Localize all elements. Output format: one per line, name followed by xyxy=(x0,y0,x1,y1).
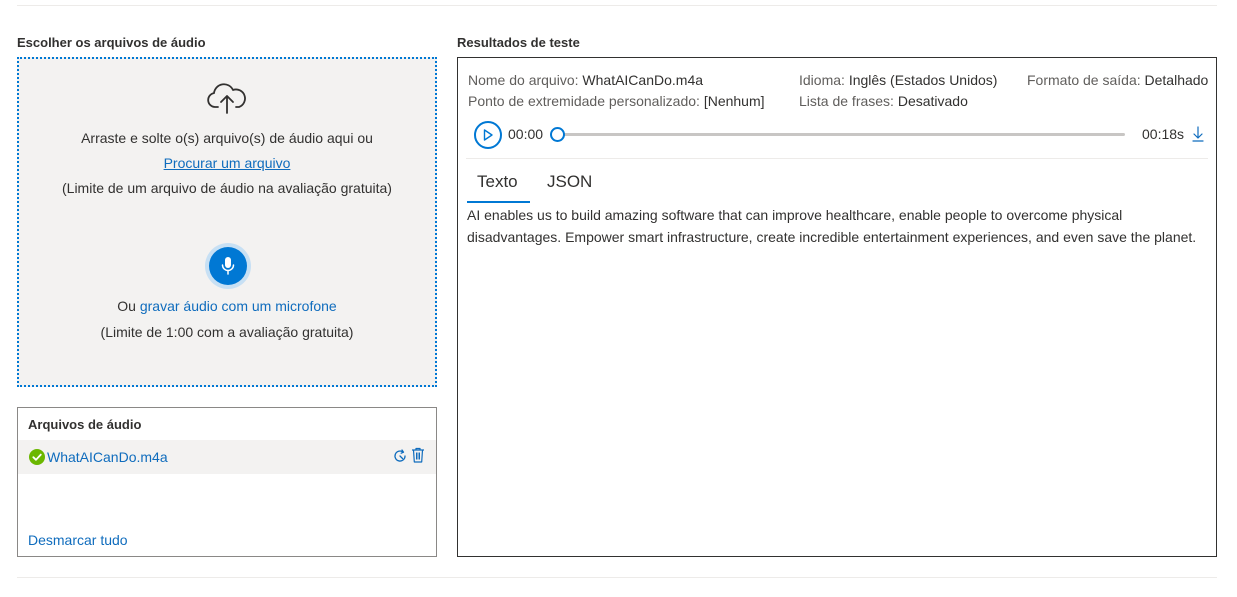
top-divider xyxy=(17,5,1217,6)
results-divider xyxy=(466,158,1208,159)
audio-file-row[interactable]: WhatAICanDo.m4a xyxy=(18,440,436,474)
audio-seek-thumb[interactable] xyxy=(550,127,565,142)
file-name-label: Nome do arquivo: xyxy=(468,72,579,88)
tab-json[interactable]: JSON xyxy=(547,172,592,192)
active-tab-indicator xyxy=(467,201,530,203)
endpoint-label: Ponto de extremidade personalizado: xyxy=(468,93,700,109)
output-format-label: Formato de saída: xyxy=(1027,72,1141,88)
choose-audio-title: Escolher os arquivos de áudio xyxy=(17,35,206,50)
phrase-list-meta: Lista de frases: Desativado xyxy=(799,93,968,109)
download-icon[interactable] xyxy=(1192,126,1204,142)
phrase-list-label: Lista de frases: xyxy=(799,93,894,109)
audio-dropzone[interactable]: Arraste e solte o(s) arquivo(s) de áudio… xyxy=(17,57,437,387)
bottom-divider xyxy=(17,577,1217,578)
drag-drop-text: Arraste e solte o(s) arquivo(s) de áudio… xyxy=(81,130,373,146)
output-format-value: Detalhado xyxy=(1144,72,1209,88)
delete-icon[interactable] xyxy=(411,447,425,463)
endpoint-meta: Ponto de extremidade personalizado: [Nen… xyxy=(468,93,765,109)
audio-files-panel: Arquivos de áudio WhatAICanDo.m4a Desmar… xyxy=(17,407,437,557)
test-results-panel: Nome do arquivo: WhatAICanDo.m4a Idioma:… xyxy=(457,57,1217,557)
audio-seek-track[interactable] xyxy=(555,133,1125,136)
phrase-list-value: Desativado xyxy=(897,93,968,109)
record-audio-link[interactable]: gravar áudio com um microfone xyxy=(140,298,337,314)
deselect-all-link[interactable]: Desmarcar tudo xyxy=(28,532,128,548)
transcription-text: AI enables us to build amazing software … xyxy=(467,207,1197,245)
success-check-icon xyxy=(29,449,45,465)
audio-file-name[interactable]: WhatAICanDo.m4a xyxy=(47,449,168,465)
endpoint-value: [Nenhum] xyxy=(703,93,765,109)
duration-time: 00:18s xyxy=(1142,126,1185,142)
file-name-value: WhatAICanDo.m4a xyxy=(582,72,704,88)
play-icon xyxy=(483,129,493,141)
cloud-upload-icon xyxy=(207,83,246,114)
tab-text[interactable]: Texto xyxy=(477,172,518,192)
language-value: Inglês (Estados Unidos) xyxy=(848,72,998,88)
record-microphone-button[interactable] xyxy=(205,243,251,289)
audio-files-title: Arquivos de áudio xyxy=(28,417,142,432)
reprocess-icon[interactable] xyxy=(392,448,408,464)
language-label: Idioma: xyxy=(799,72,845,88)
microphone-icon xyxy=(221,257,235,275)
record-prefix: Ou xyxy=(117,298,136,314)
file-name-meta: Nome do arquivo: WhatAICanDo.m4a xyxy=(468,72,703,88)
play-button[interactable] xyxy=(474,121,502,149)
output-format-meta: Formato de saída: Detalhado xyxy=(1027,72,1208,88)
file-limit-text: (Limite de um arquivo de áudio na avalia… xyxy=(62,180,392,196)
record-limit-text: (Limite de 1:00 com a avaliação gratuita… xyxy=(100,324,354,340)
browse-file-link[interactable]: Procurar um arquivo xyxy=(164,155,291,171)
language-meta: Idioma: Inglês (Estados Unidos) xyxy=(799,72,997,88)
test-results-title: Resultados de teste xyxy=(457,35,580,50)
current-time: 00:00 xyxy=(508,126,544,142)
